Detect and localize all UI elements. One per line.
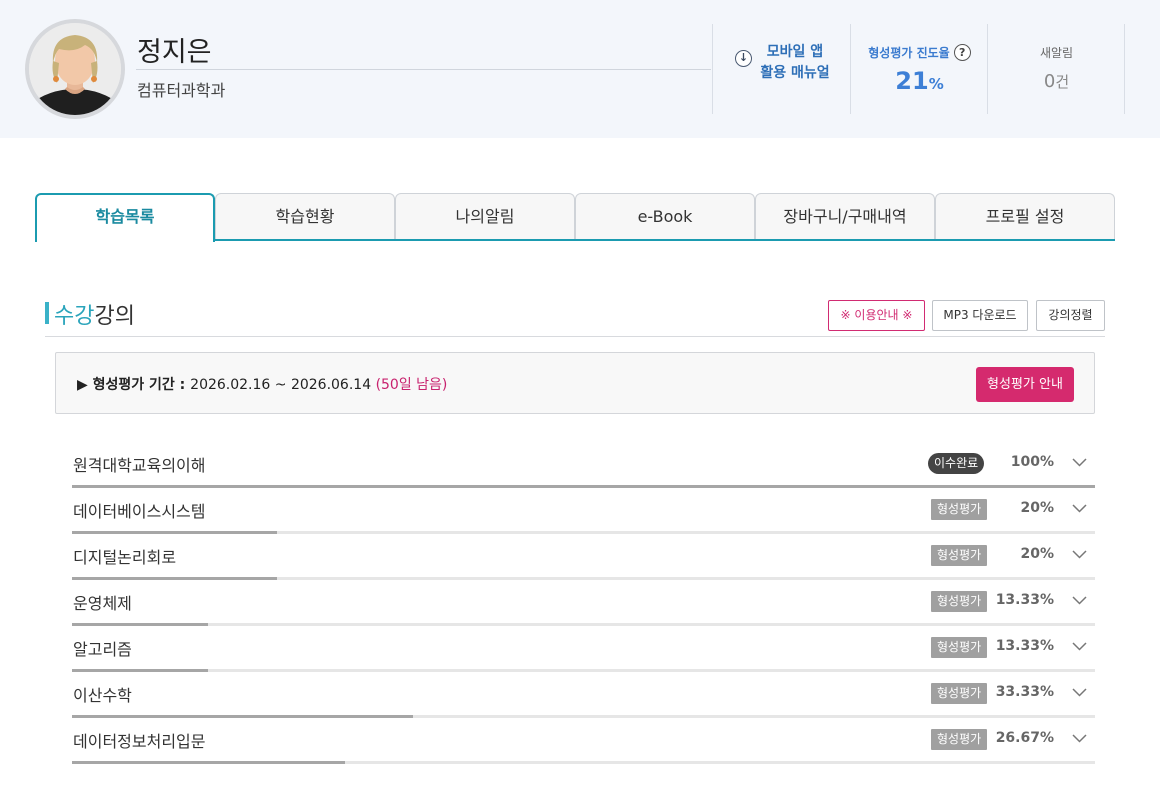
- eval-progress-value: 21: [895, 67, 929, 95]
- course-status-badge: 형성평가: [931, 545, 988, 566]
- avatar: [25, 19, 125, 119]
- tab-ebook[interactable]: e-Book: [575, 193, 755, 240]
- course-name: 알고리즘: [73, 640, 132, 659]
- eval-progress: 형성평가 진도율 ? 21%: [852, 42, 987, 95]
- course-row[interactable]: 원격대학교육의이해 이수완료 100%: [72, 443, 1095, 489]
- eval-progress-unit: %: [928, 75, 944, 93]
- course-row[interactable]: 데이터정보처리입문 형성평가 26.67%: [72, 719, 1095, 765]
- user-department: 컴퓨터과학과: [137, 81, 226, 100]
- course-progress-fill: [72, 623, 209, 626]
- section-marker: [45, 302, 49, 324]
- eval-period-dates: 2026.02.16 ~ 2026.06.14: [190, 377, 376, 393]
- course-row[interactable]: 이산수학 형성평가 33.33%: [72, 673, 1095, 719]
- tab-study-status[interactable]: 학습현황: [215, 193, 395, 240]
- course-progress-fill: [72, 669, 209, 672]
- course-progress-fill: [72, 531, 277, 534]
- eval-period-label: ▶ 형성평가 기간 :: [77, 377, 191, 393]
- section-title-rest: 강의: [94, 304, 135, 329]
- course-percent: 13.33%: [995, 638, 1054, 654]
- name-divider: [136, 69, 711, 70]
- course-row[interactable]: 데이터베이스시스템 형성평가 20%: [72, 489, 1095, 535]
- course-row[interactable]: 알고리즘 형성평가 13.33%: [72, 627, 1095, 673]
- course-name: 디지털논리회로: [73, 548, 177, 567]
- user-name: 정지은: [137, 37, 212, 68]
- course-percent: 26.67%: [995, 730, 1054, 746]
- lecture-sort-button[interactable]: 강의정렬: [1036, 300, 1105, 331]
- eval-period-box: ▶ 형성평가 기간 : 2026.02.16 ~ 2026.06.14 (50일…: [55, 352, 1095, 414]
- section-divider: [45, 336, 1105, 337]
- course-progress-fill: [72, 577, 277, 580]
- chevron-down-icon[interactable]: [1071, 684, 1088, 701]
- course-name: 데이터정보처리입문: [73, 732, 206, 751]
- chevron-down-icon[interactable]: [1071, 500, 1088, 517]
- avatar-illustration: [29, 23, 121, 115]
- header-divider: [987, 24, 988, 114]
- course-percent: 20%: [1020, 500, 1054, 516]
- course-progress-fill: [72, 485, 1095, 488]
- notifications-label: 새알림: [1039, 46, 1074, 60]
- course-progress-track: [72, 669, 1095, 672]
- help-icon[interactable]: ?: [953, 44, 971, 61]
- course-percent: 33.33%: [995, 684, 1054, 700]
- course-progress-track: [72, 761, 1095, 764]
- section-title-accent: 수강: [54, 304, 95, 329]
- chevron-down-icon[interactable]: [1071, 546, 1088, 563]
- course-progress-fill: [72, 761, 345, 764]
- tab-profile-settings[interactable]: 프로필 설정: [935, 193, 1115, 240]
- course-status-badge: 형성평가: [931, 683, 988, 704]
- course-name: 운영체제: [73, 594, 132, 613]
- header-divider: [850, 24, 851, 114]
- course-progress-track: [72, 577, 1095, 580]
- chevron-down-icon[interactable]: [1071, 592, 1088, 609]
- course-progress-track: [72, 531, 1095, 534]
- profile-header: 정지은 컴퓨터과학과 ↓ 모바일 앱 활용 매뉴얼 형성평가 진도율 ? 21%…: [0, 0, 1160, 138]
- course-name: 이산수학: [73, 686, 132, 705]
- course-percent: 20%: [1020, 546, 1054, 562]
- eval-guide-button[interactable]: 형성평가 안내: [976, 367, 1074, 402]
- tab-study-list[interactable]: 학습목록: [35, 193, 215, 242]
- course-progress-track: [72, 485, 1095, 488]
- course-percent: 13.33%: [995, 592, 1054, 608]
- section-title: 수강강의: [54, 298, 135, 330]
- notifications-count: 0: [1043, 71, 1056, 92]
- chevron-down-icon[interactable]: [1071, 638, 1088, 655]
- new-notifications[interactable]: 새알림 0건: [989, 44, 1124, 92]
- course-status-badge: 형성평가: [931, 729, 988, 750]
- chevron-down-icon[interactable]: [1071, 730, 1088, 747]
- course-row[interactable]: 운영체제 형성평가 13.33%: [72, 581, 1095, 627]
- download-circle-icon: ↓: [735, 50, 752, 67]
- header-divider: [1124, 24, 1125, 114]
- chevron-down-icon[interactable]: [1071, 454, 1088, 471]
- course-status-badge: 형성평가: [931, 591, 988, 612]
- course-name: 데이터베이스시스템: [73, 502, 206, 521]
- mobile-manual-line2: 활용 매뉴얼: [760, 65, 830, 81]
- main-tabs: 학습목록 학습현황 나의알림 e-Book 장바구니/구매내역 프로필 설정: [35, 193, 1115, 242]
- course-name: 원격대학교육의이해: [73, 456, 206, 475]
- mobile-manual-line1: 모바일 앱: [766, 44, 824, 60]
- course-status-badge: 형성평가: [931, 499, 988, 520]
- course-progress-track: [72, 623, 1095, 626]
- course-percent: 100%: [1010, 454, 1054, 470]
- tab-cart-orders[interactable]: 장바구니/구매내역: [755, 193, 935, 240]
- header-divider: [712, 24, 713, 114]
- course-progress-track: [72, 715, 1095, 718]
- course-status-badge: 이수완료: [928, 453, 985, 474]
- mp3-download-button[interactable]: MP3 다운로드: [932, 300, 1028, 331]
- tab-my-notifications[interactable]: 나의알림: [395, 193, 575, 240]
- notifications-unit: 건: [1055, 73, 1070, 91]
- course-status-badge: 형성평가: [931, 637, 988, 658]
- eval-progress-label: 형성평가 진도율: [868, 46, 950, 60]
- course-row[interactable]: 디지털논리회로 형성평가 20%: [72, 535, 1095, 581]
- usage-guide-button[interactable]: ※ 이용안내 ※: [828, 300, 925, 331]
- course-progress-fill: [72, 715, 413, 718]
- eval-period-remaining: (50일 남음): [375, 377, 448, 393]
